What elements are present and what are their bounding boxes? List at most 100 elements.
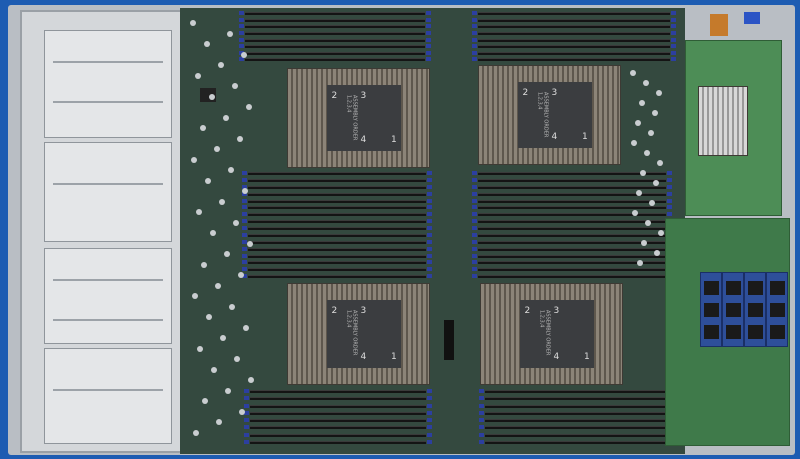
- dimm-slot[interactable]: [250, 426, 426, 430]
- dimm-slot[interactable]: [478, 38, 670, 42]
- dimm-slot[interactable]: [248, 227, 426, 230]
- dimm-slot[interactable]: [485, 433, 665, 437]
- dimm-slot[interactable]: [248, 213, 426, 217]
- dimm-slot[interactable]: [248, 240, 426, 244]
- dimm-slot[interactable]: [248, 199, 426, 203]
- dimm-slot[interactable]: [478, 45, 670, 49]
- dimm-slot[interactable]: [245, 18, 425, 22]
- dimm-clip: [479, 425, 484, 430]
- m2-ssd[interactable]: [722, 272, 744, 347]
- dimm-slot[interactable]: [478, 178, 666, 182]
- dimm-slot[interactable]: [250, 433, 426, 437]
- dimm-slot[interactable]: [245, 45, 425, 49]
- dimm-slot[interactable]: [248, 254, 426, 258]
- dimm-slot[interactable]: [485, 397, 665, 401]
- capacitor: [632, 210, 638, 216]
- dimm-clip: [427, 432, 432, 437]
- dimm-slot[interactable]: [248, 192, 426, 196]
- dimm-slot[interactable]: [250, 390, 426, 393]
- dimm-slot[interactable]: [478, 25, 670, 29]
- dimm-clip: [426, 57, 431, 62]
- dimm-slot[interactable]: [478, 12, 670, 15]
- dimm-slot[interactable]: [478, 233, 666, 237]
- dimm-slot[interactable]: [485, 411, 665, 415]
- capacitor: [193, 429, 199, 436]
- capacitor: [197, 345, 203, 352]
- dimm-slot[interactable]: [478, 172, 666, 175]
- m2-ssd[interactable]: [766, 272, 788, 347]
- dimm-slot[interactable]: [248, 268, 426, 272]
- drive-tray[interactable]: [44, 248, 172, 344]
- heatsink-label-plate: 2 3 4 1 ASSEMBLY ORDER 1,2,3,4: [518, 81, 592, 149]
- dimm-slot[interactable]: [248, 220, 426, 224]
- dimm-slot[interactable]: [478, 31, 670, 35]
- capacitor: [630, 70, 636, 76]
- dimm-slot[interactable]: [485, 440, 665, 444]
- dimm-clip: [472, 57, 477, 62]
- dimm-clip: [427, 212, 432, 217]
- dimm-slot[interactable]: [248, 178, 426, 182]
- dimm-clip: [242, 253, 247, 258]
- dimm-slot[interactable]: [478, 199, 666, 203]
- dimm-slot[interactable]: [478, 220, 666, 224]
- dimm-slot[interactable]: [245, 31, 425, 35]
- dimm-slot[interactable]: [248, 261, 426, 265]
- dimm-clip: [242, 198, 247, 203]
- usb-port[interactable]: [744, 12, 760, 24]
- dimm-slot[interactable]: [485, 419, 665, 422]
- dimm-slot[interactable]: [245, 12, 425, 15]
- capacitor: [190, 20, 196, 26]
- dimm-slot[interactable]: [478, 51, 670, 55]
- dimm-slot[interactable]: [250, 440, 426, 444]
- dimm-slot[interactable]: [478, 268, 666, 272]
- dimm-clip: [427, 226, 432, 230]
- dimm-slot[interactable]: [245, 58, 425, 62]
- dimm-slot[interactable]: [248, 172, 426, 175]
- dimm-slot[interactable]: [248, 275, 426, 279]
- drive-tray[interactable]: [44, 348, 172, 444]
- dimm-slot[interactable]: [250, 419, 426, 422]
- dimm-slot[interactable]: [478, 227, 666, 230]
- dimm-slot[interactable]: [478, 58, 670, 62]
- m2-ssd[interactable]: [700, 272, 722, 347]
- dimm-slot[interactable]: [250, 397, 426, 401]
- dimm-slot[interactable]: [248, 247, 426, 251]
- capacitor: [237, 135, 243, 142]
- dimm-clip: [427, 177, 432, 182]
- assembly-order-number: 1: [584, 352, 590, 362]
- capacitor: [652, 110, 658, 116]
- dimm-slot[interactable]: [245, 51, 425, 55]
- drive-tray[interactable]: [44, 142, 172, 242]
- dimm-slot[interactable]: [478, 275, 666, 279]
- dimm-slot[interactable]: [478, 206, 666, 210]
- dimm-clip: [671, 57, 676, 62]
- m2-ssd[interactable]: [744, 272, 766, 347]
- usb-port[interactable]: [710, 14, 728, 36]
- dimm-slot[interactable]: [245, 38, 425, 42]
- dimm-slot[interactable]: [248, 233, 426, 237]
- dimm-clip: [427, 191, 432, 196]
- dimm-slot[interactable]: [478, 185, 666, 189]
- dimm-clip: [667, 171, 672, 175]
- dimm-slot[interactable]: [485, 390, 665, 393]
- dimm-slot[interactable]: [485, 404, 665, 408]
- dimm-slot[interactable]: [478, 240, 666, 244]
- assembly-order-label: ASSEMBLY ORDER 1,2,3,4: [538, 310, 551, 356]
- drive-tray[interactable]: [44, 30, 172, 138]
- dimm-slot[interactable]: [250, 411, 426, 415]
- dimm-slot[interactable]: [245, 25, 425, 29]
- dimm-clip: [472, 11, 477, 15]
- dimm-slot[interactable]: [248, 185, 426, 189]
- dimm-slot[interactable]: [478, 18, 670, 22]
- dimm-slot[interactable]: [250, 404, 426, 408]
- dimm-slot[interactable]: [485, 426, 665, 430]
- dimm-clip: [671, 24, 676, 29]
- dimm-clip: [242, 219, 247, 224]
- dimm-slot[interactable]: [248, 206, 426, 210]
- capacitor: [204, 41, 210, 47]
- dimm-clip: [242, 267, 247, 272]
- dimm-slot[interactable]: [478, 247, 666, 251]
- capacitor: [206, 314, 212, 320]
- dimm-clip: [427, 219, 432, 224]
- dimm-slot[interactable]: [478, 254, 666, 258]
